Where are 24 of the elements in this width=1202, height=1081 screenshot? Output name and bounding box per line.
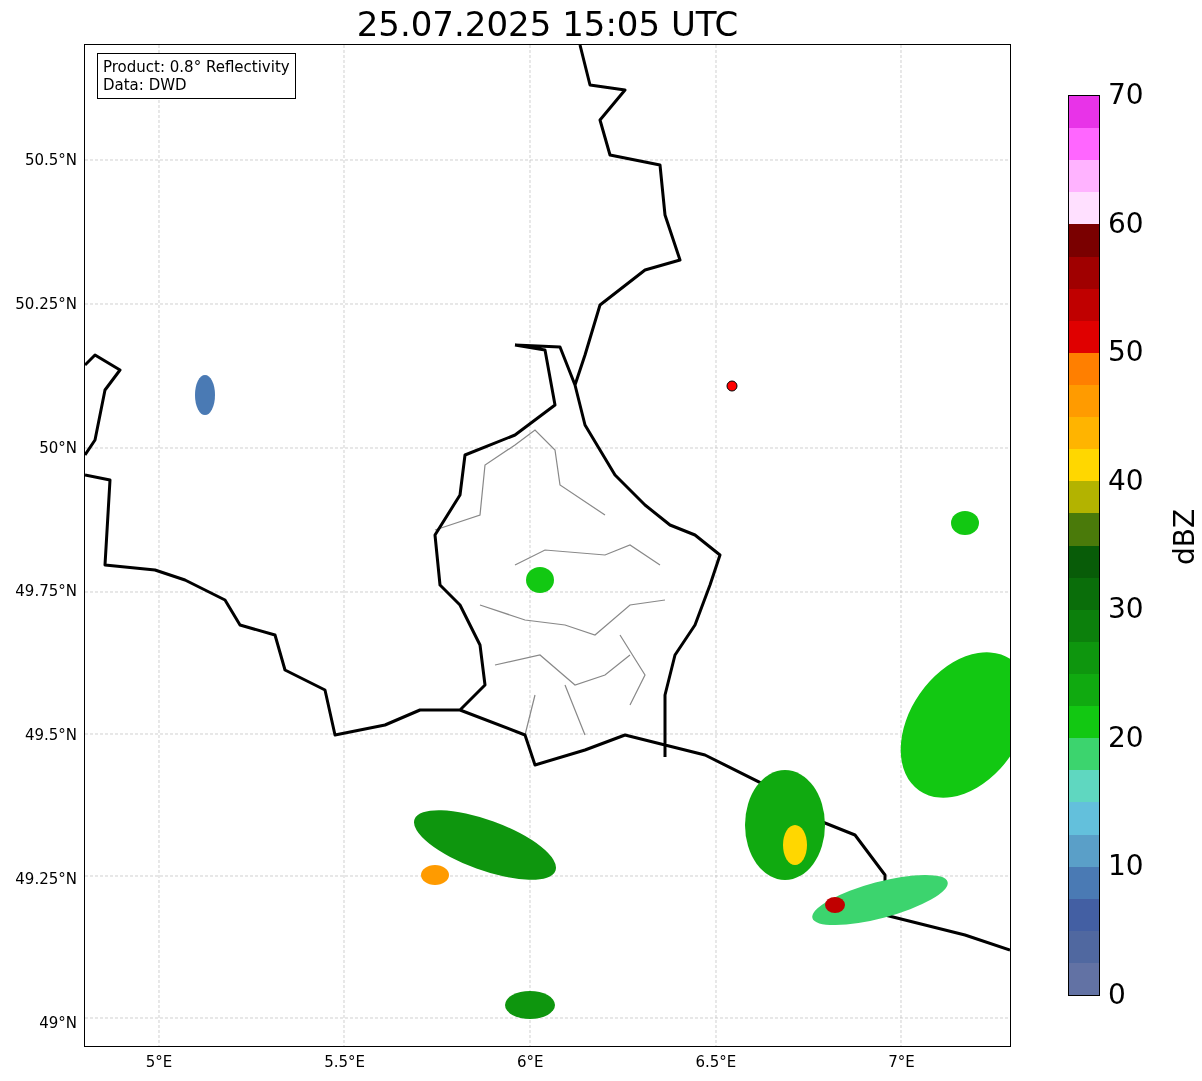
y-tick-label: 50.5°N	[24, 151, 77, 169]
annotation-text: Product: 0.8° Reflectivity	[103, 58, 290, 76]
y-tick-label: 50°N	[39, 438, 77, 457]
annotation-text: Data: DWD	[103, 76, 188, 94]
colorbar-tick-label: 20	[1108, 722, 1144, 753]
y-tick-label: 49.5°N	[24, 726, 77, 745]
y-tick-label: 49°N	[39, 1013, 77, 1032]
colorbar-tick-label: 0	[1108, 980, 1126, 1010]
x-tick-label: 5°E	[145, 1053, 173, 1071]
y-tick-label: 49.75°N	[15, 582, 77, 601]
colorbar-tick-label: 70	[1108, 80, 1144, 110]
colorbar-tick-label: 40	[1108, 465, 1144, 496]
x-tick-label: 7°E	[888, 1053, 915, 1071]
chart-title: 25.07.2025 15:05 UTC	[355, 4, 740, 44]
x-tick-label: 6°E	[516, 1053, 544, 1071]
x-tick-label: 6.5°E	[695, 1053, 737, 1071]
colorbar-label: dBZ	[1168, 508, 1201, 565]
colorbar-tick-label: 10	[1108, 851, 1144, 882]
colorbar-tick-label: 30	[1108, 594, 1144, 625]
y-tick-label: 50.25°N	[15, 294, 77, 313]
colorbar-tick-label: 50	[1108, 337, 1144, 368]
x-tick-label: 5.5°E	[324, 1053, 365, 1071]
colorbar-tick-label: 60	[1108, 208, 1144, 239]
y-tick-label: 49.25°N	[15, 870, 77, 888]
